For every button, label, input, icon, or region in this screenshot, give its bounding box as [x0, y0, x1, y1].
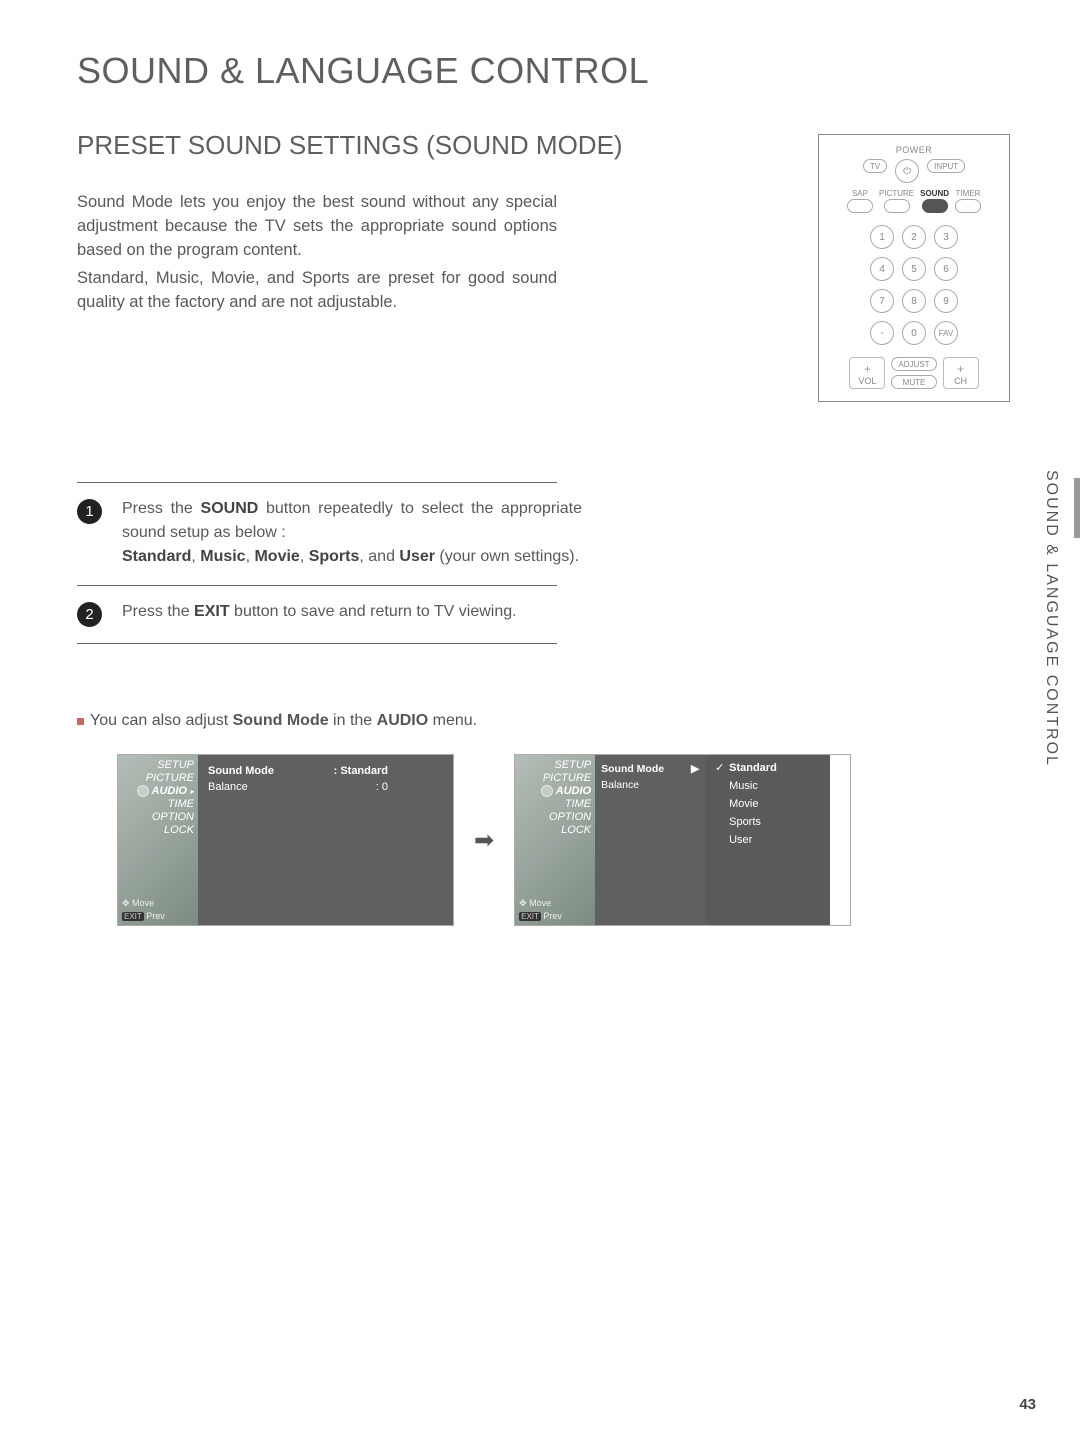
- intro-paragraph-1: Sound Mode lets you enjoy the best sound…: [77, 191, 557, 263]
- step-2-badge: 2: [77, 602, 102, 627]
- option-music[interactable]: Music: [715, 780, 820, 792]
- input-button[interactable]: INPUT: [927, 159, 965, 173]
- option-sports[interactable]: Sports: [715, 816, 820, 828]
- num-0[interactable]: 0: [902, 321, 926, 345]
- timer-button[interactable]: [955, 199, 981, 213]
- tv-button[interactable]: TV: [863, 159, 887, 173]
- num-5[interactable]: 5: [902, 257, 926, 281]
- section-title: PRESET SOUND SETTINGS (SOUND MODE): [77, 130, 637, 161]
- menu-option[interactable]: OPTION: [152, 811, 194, 823]
- step-1-text: Press the SOUND button repeatedly to sel…: [122, 497, 582, 569]
- osd-screen-audio: SETUP PICTURE AUDIO▸ TIME OPTION LOCK Mo…: [117, 754, 454, 926]
- menu-lock[interactable]: LOCK: [561, 824, 591, 836]
- num-3[interactable]: 3: [934, 225, 958, 249]
- menu-option[interactable]: OPTION: [549, 811, 591, 823]
- side-section-label: SOUND & LANGUAGE CONTROL: [1042, 470, 1060, 767]
- mute-button[interactable]: MUTE: [891, 375, 936, 389]
- menu-lock[interactable]: LOCK: [164, 824, 194, 836]
- kv-balance-value: : 0: [376, 781, 388, 793]
- sap-button[interactable]: [847, 199, 873, 213]
- timer-label: TIMER: [956, 189, 981, 198]
- ch-rocker[interactable]: +CH: [943, 357, 979, 389]
- num-dash[interactable]: -: [870, 321, 894, 345]
- menu-audio[interactable]: AUDIO▸: [137, 785, 194, 797]
- hint-prev-badge: EXIT: [519, 912, 541, 921]
- page-number: 43: [1019, 1396, 1036, 1413]
- osd-screen-sound-mode-submenu: SETUP PICTURE AUDIO TIME OPTION LOCK Mov…: [514, 754, 851, 926]
- menu-setup[interactable]: SETUP: [554, 759, 591, 771]
- picture-button[interactable]: [884, 199, 910, 213]
- picture-label: PICTURE: [879, 189, 914, 198]
- menu-picture[interactable]: PICTURE: [543, 772, 591, 784]
- note: You can also adjust Sound Mode in the AU…: [77, 712, 1010, 730]
- submenu-sound-mode-label[interactable]: Sound Mode: [601, 763, 664, 775]
- step-2-text: Press the EXIT button to save and return…: [122, 600, 517, 624]
- thumb-tab: [1074, 478, 1080, 538]
- adjust-button[interactable]: ADJUST: [891, 357, 936, 371]
- menu-time[interactable]: TIME: [168, 798, 194, 810]
- remote-diagram: POWER TV ⏻ INPUT SAP PICTURE SOUND TIMER…: [818, 134, 1010, 402]
- divider: [77, 643, 557, 644]
- menu-picture[interactable]: PICTURE: [146, 772, 194, 784]
- menu-time[interactable]: TIME: [565, 798, 591, 810]
- arrow-right-icon: ➡: [474, 826, 494, 855]
- submenu-balance-label[interactable]: Balance: [601, 779, 639, 791]
- num-6[interactable]: 6: [934, 257, 958, 281]
- hint-prev-badge: EXIT: [122, 912, 144, 921]
- vol-rocker[interactable]: +VOL: [849, 357, 885, 389]
- bullet-icon: [77, 718, 84, 725]
- power-button[interactable]: ⏻: [895, 159, 919, 183]
- arrow-icon: ▶: [691, 763, 699, 775]
- option-user[interactable]: User: [715, 834, 820, 846]
- page-title: SOUND & LANGUAGE CONTROL: [77, 50, 1010, 92]
- num-1[interactable]: 1: [870, 225, 894, 249]
- num-7[interactable]: 7: [870, 289, 894, 313]
- kv-sound-mode-value: : Standard: [334, 765, 388, 777]
- step-1-badge: 1: [77, 499, 102, 524]
- sap-label: SAP: [852, 189, 868, 198]
- fav-button[interactable]: FAV: [934, 321, 958, 345]
- option-movie[interactable]: Movie: [715, 798, 820, 810]
- intro-paragraph-2: Standard, Music, Movie, and Sports are p…: [77, 267, 557, 315]
- menu-setup[interactable]: SETUP: [157, 759, 194, 771]
- option-standard[interactable]: ✓Standard: [715, 761, 820, 774]
- power-label: POWER: [896, 145, 933, 155]
- hint-move: Move: [122, 898, 154, 909]
- num-8[interactable]: 8: [902, 289, 926, 313]
- kv-sound-mode-label: Sound Mode: [208, 765, 274, 777]
- num-9[interactable]: 9: [934, 289, 958, 313]
- num-4[interactable]: 4: [870, 257, 894, 281]
- sound-label: SOUND: [920, 189, 949, 198]
- hint-move: Move: [519, 898, 551, 909]
- menu-audio[interactable]: AUDIO: [541, 785, 591, 797]
- num-2[interactable]: 2: [902, 225, 926, 249]
- sound-button[interactable]: [922, 199, 948, 213]
- kv-balance-label: Balance: [208, 781, 248, 793]
